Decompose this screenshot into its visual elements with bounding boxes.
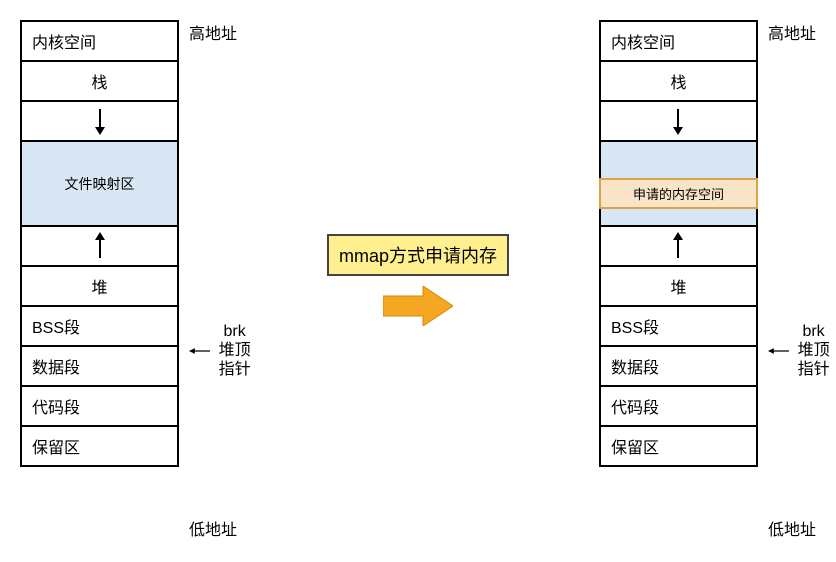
memory-layout-after: 内核空间 栈 申请的内存空间 堆 BSS段 数据段 代码段 保留区 高地址 [599,20,816,540]
segment-reserved: 保留区 [601,427,756,467]
heap-grows-up-icon [601,227,756,267]
requested-memory-region: 申请的内存空间 [599,178,758,209]
memory-stack-right: 内核空间 栈 申请的内存空间 堆 BSS段 数据段 代码段 保留区 [599,20,758,467]
segment-kernel: 内核空间 [22,22,177,62]
segment-file-mapping: 申请的内存空间 [601,142,756,227]
low-address-label: 低地址 [189,516,237,540]
arrow-left-icon [768,344,789,358]
brk-pointer-label: brk 堆顶指针 [189,322,253,380]
low-address-label: 低地址 [768,516,816,540]
memory-stack-left: 内核空间 栈 文件映射区 堆 BSS段 数据段 代码段 保留区 [20,20,179,467]
high-address-label: 高地址 [768,20,816,44]
side-labels-left: 高地址 brk 堆顶指针 低地址 [179,20,237,540]
big-arrow-right-icon [383,286,453,326]
segment-bss: BSS段 [22,307,177,347]
segment-data: 数据段 [22,347,177,387]
segment-stack: 栈 [601,62,756,102]
arrow-left-icon [189,344,210,358]
segment-reserved: 保留区 [22,427,177,467]
segment-heap: 堆 [22,267,177,307]
mmap-transition: mmap方式申请内存 [327,234,509,326]
segment-text: 代码段 [601,387,756,427]
brk-pointer-label: brk 堆顶指针 [768,322,832,380]
stack-grows-down-icon [601,102,756,142]
segment-kernel: 内核空间 [601,22,756,62]
segment-bss: BSS段 [601,307,756,347]
memory-layout-before: 内核空间 栈 文件映射区 堆 BSS段 数据段 代码段 保留区 高地址 brk [20,20,237,540]
brk-text-2: 堆顶指针 [216,341,253,379]
segment-file-mapping: 文件映射区 [22,142,177,227]
segment-heap: 堆 [601,267,756,307]
stack-grows-down-icon [22,102,177,142]
high-address-label: 高地址 [189,20,237,44]
mapping-label: 文件映射区 [65,174,135,194]
segment-stack: 栈 [22,62,177,102]
segment-text: 代码段 [22,387,177,427]
brk-text-1: brk [216,322,253,341]
heap-grows-up-icon [22,227,177,267]
brk-text-1: brk [795,322,832,341]
segment-data: 数据段 [601,347,756,387]
brk-text-2: 堆顶指针 [795,341,832,379]
side-labels-right: 高地址 brk 堆顶指针 低地址 [758,20,816,540]
mmap-caption: mmap方式申请内存 [327,234,509,276]
